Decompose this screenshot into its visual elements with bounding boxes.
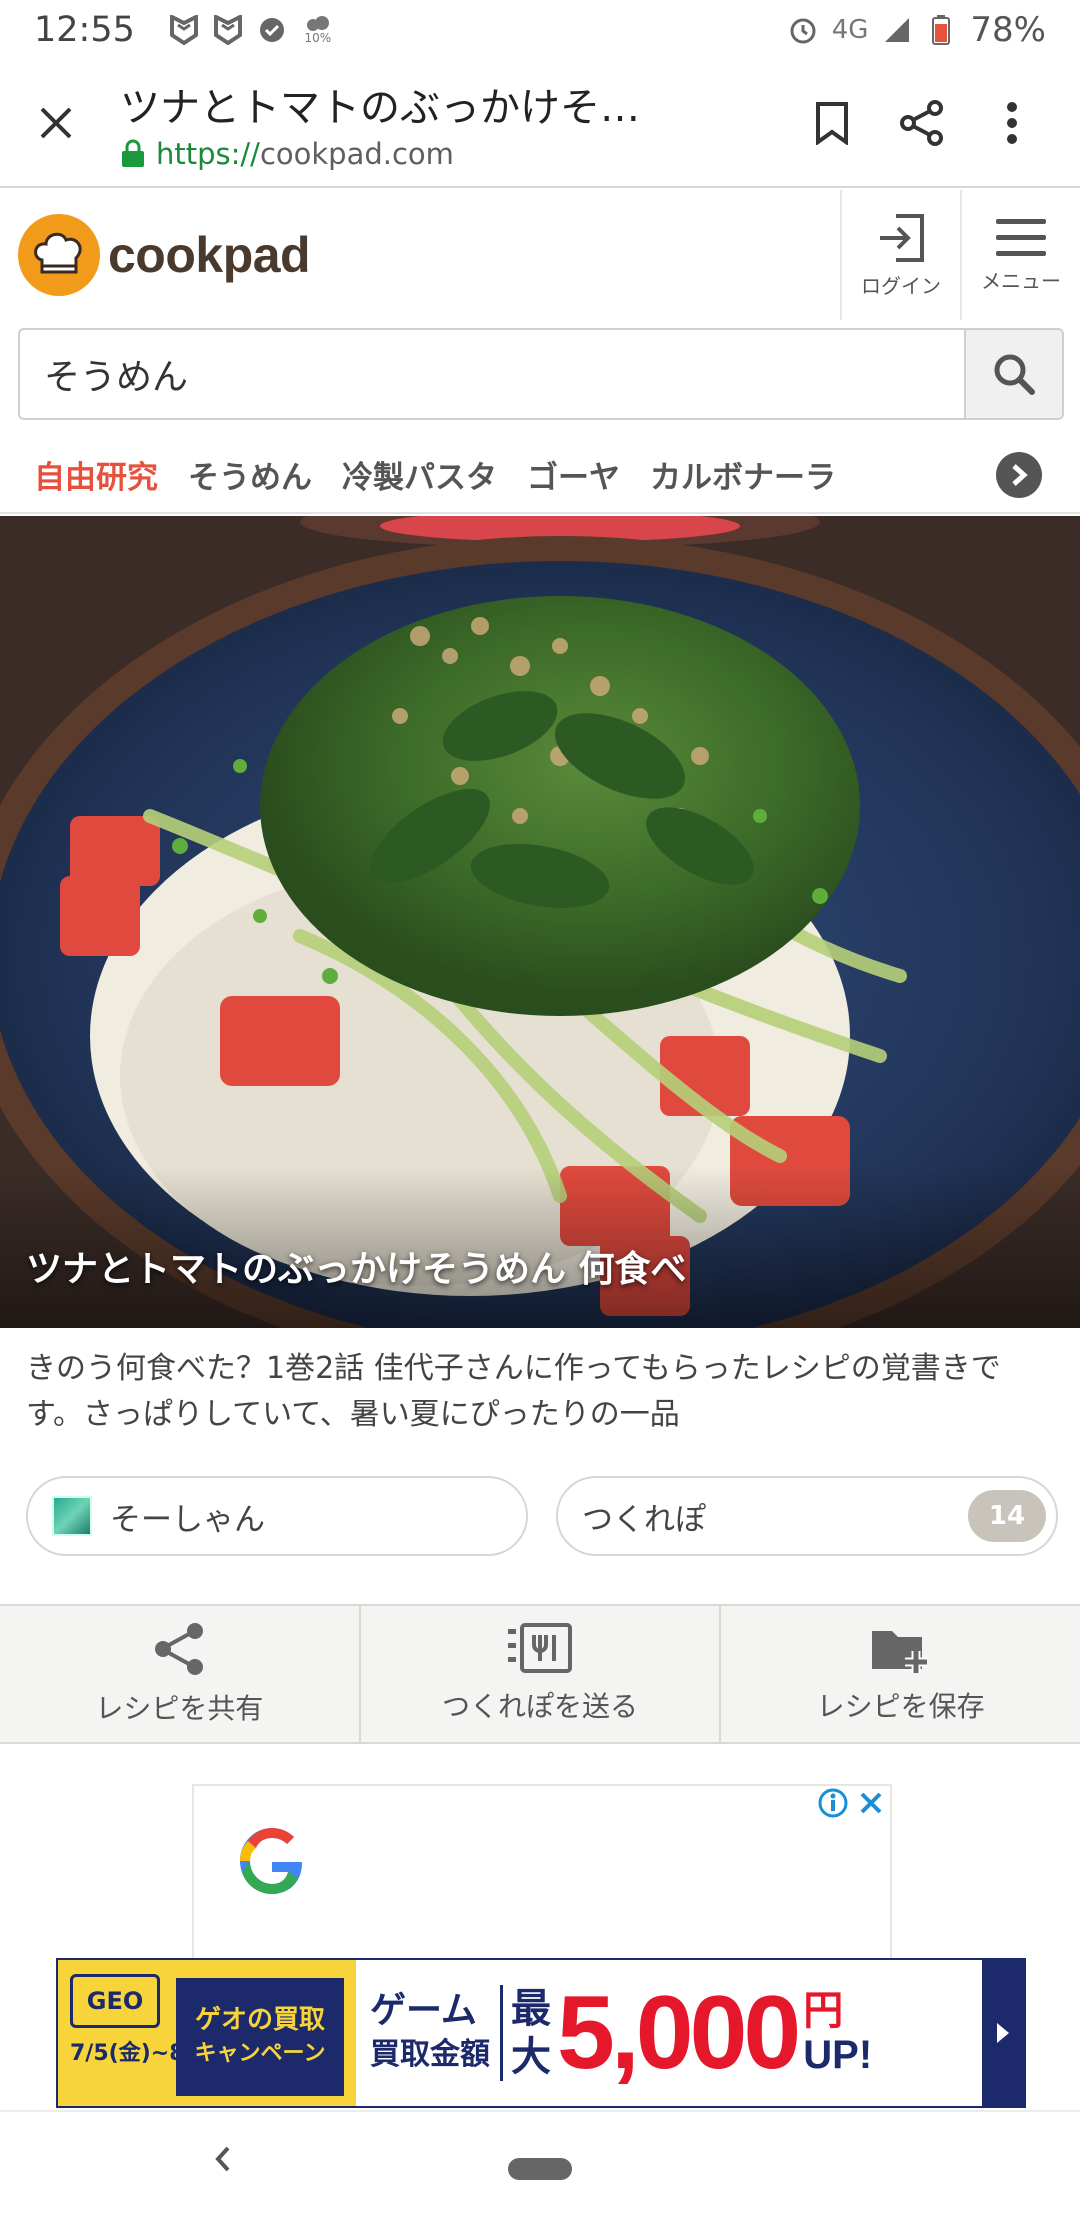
noodle-dish-image bbox=[0, 516, 1080, 1328]
ad-container[interactable] bbox=[192, 1784, 892, 1964]
banner-text-amount: 買取金額 bbox=[370, 2037, 490, 2072]
site-header: cookpad ログイン メニュー bbox=[0, 190, 1080, 320]
campaign-dates: 7/5(金)~8/18(日) bbox=[70, 2041, 266, 2066]
keyword-link[interactable]: ゴーヤ bbox=[527, 452, 620, 497]
geo-banner-ad[interactable]: GEO 7/5(金)~8/18(日) ゲオの買取 キャンペーン ゲーム 買取金額… bbox=[56, 1958, 1026, 2108]
status-bar: 12:55 10% 4G 78% bbox=[0, 0, 1080, 60]
alarm-icon bbox=[788, 15, 818, 45]
close-icon bbox=[40, 107, 72, 139]
ad-info-icon[interactable] bbox=[818, 1788, 848, 1818]
banner-text-sai: 最 bbox=[511, 1986, 551, 2032]
logo-text: cookpad bbox=[108, 227, 311, 283]
banner-up: UP! bbox=[803, 2033, 873, 2077]
check-circle-icon bbox=[257, 15, 287, 45]
search-icon bbox=[994, 354, 1035, 395]
tsukurepo-link[interactable]: つくれぽ 14 bbox=[556, 1476, 1058, 1556]
campaign-line-2: キャンペーン bbox=[194, 2041, 326, 2066]
url-host: cookpad.com bbox=[259, 137, 454, 171]
signal-icon bbox=[882, 15, 912, 45]
hamburger-icon bbox=[996, 218, 1046, 256]
trending-keywords: 自由研究 そうめん 冷製パスタ ゴーヤ カルボナーラ bbox=[0, 436, 1080, 514]
keyword-link[interactable]: 冷製パスタ bbox=[342, 452, 497, 497]
banner-text-dai: 大 bbox=[511, 2034, 551, 2080]
google-logo-icon bbox=[236, 1826, 306, 1900]
recipe-search-bar bbox=[18, 328, 1064, 420]
page-title: ツナとトマトのぶっかけそ… bbox=[120, 85, 640, 131]
banner-next-button[interactable] bbox=[982, 1960, 1024, 2106]
battery-percent: 78% bbox=[970, 10, 1046, 50]
banner-left-panel: GEO 7/5(金)~8/18(日) ゲオの買取 キャンペーン bbox=[58, 1960, 356, 2106]
keyword-link[interactable]: 自由研究 bbox=[34, 452, 158, 497]
url-scheme: https:// bbox=[156, 137, 260, 171]
share-recipe-label: レシピを共有 bbox=[95, 1692, 264, 1725]
banner-max-text: 最 大 bbox=[500, 1985, 551, 2081]
lock-icon bbox=[122, 139, 144, 167]
bookmark-icon bbox=[816, 102, 848, 145]
banner-text-game: ゲーム bbox=[370, 1990, 477, 2031]
close-tab-button[interactable] bbox=[0, 59, 112, 187]
author-link[interactable]: そーしゃん bbox=[26, 1476, 528, 1556]
notification-shield-icon-2 bbox=[213, 15, 243, 45]
search-button[interactable] bbox=[964, 330, 1062, 418]
ad-close-icon[interactable] bbox=[858, 1790, 884, 1816]
recipe-title: ツナとトマトのぶっかけそうめん 何食べ bbox=[26, 1249, 687, 1290]
send-tsukurepo-button[interactable]: つくれぽを送る bbox=[361, 1606, 722, 1742]
geo-logo: GEO bbox=[70, 1974, 160, 2028]
save-recipe-button[interactable]: レシピを保存 bbox=[721, 1606, 1080, 1742]
banner-suffix: 円 UP! bbox=[803, 1989, 872, 2077]
save-recipe-label: レシピを保存 bbox=[816, 1690, 985, 1723]
more-vertical-icon bbox=[1007, 102, 1017, 144]
menu-button[interactable]: メニュー bbox=[960, 190, 1080, 320]
author-name: そーしゃん bbox=[110, 1501, 265, 1538]
chevron-left-icon bbox=[215, 2146, 230, 2172]
share-icon bbox=[900, 100, 943, 146]
banner-game-text: ゲーム 買取金額 bbox=[370, 1989, 490, 2077]
status-time: 12:55 bbox=[34, 10, 135, 50]
banner-yen: 円 bbox=[803, 1989, 844, 2033]
recipe-description: きのう何食べた？1巻2話 佳代子さんに作ってもらったレシピの覚書きです。さっぱり… bbox=[26, 1351, 1001, 1432]
chef-hat-icon bbox=[18, 214, 100, 296]
overflow-menu-button[interactable] bbox=[984, 93, 1040, 153]
login-label: ログイン bbox=[861, 273, 941, 298]
avatar bbox=[52, 1496, 92, 1536]
weather-icon: 10% bbox=[301, 15, 335, 45]
banner-amount: 5,000 bbox=[557, 1974, 801, 2091]
search-input[interactable] bbox=[20, 330, 964, 418]
recipe-photo[interactable]: ツナとトマトのぶっかけそうめん 何食べ bbox=[0, 516, 1080, 1328]
banner-main: ゲーム 買取金額 最 大 5,000 円 UP! bbox=[356, 1960, 982, 2106]
chevron-right-icon bbox=[1012, 464, 1028, 486]
battery-icon bbox=[926, 15, 956, 45]
login-icon bbox=[880, 213, 924, 262]
folder-add-icon bbox=[871, 1631, 927, 1673]
cookpad-logo[interactable]: cookpad bbox=[18, 214, 311, 296]
keyword-link[interactable]: そうめん bbox=[188, 452, 312, 497]
share-button[interactable] bbox=[894, 93, 950, 153]
login-button[interactable]: ログイン bbox=[840, 190, 960, 320]
campaign-label: ゲオの買取 キャンペーン bbox=[176, 1978, 344, 2096]
recipe-action-bar: レシピを共有 つくれぽを送る レシピを保存 bbox=[0, 1604, 1080, 1744]
tsukurepo-icon bbox=[508, 1623, 572, 1673]
notification-shield-icon bbox=[169, 15, 199, 45]
network-type: 4G bbox=[831, 15, 869, 45]
weather-label: 10% bbox=[304, 31, 332, 45]
tsukurepo-label: つくれぽ bbox=[582, 1501, 706, 1538]
system-nav-bar bbox=[0, 2110, 1080, 2220]
play-arrow-icon bbox=[997, 2023, 1009, 2043]
nav-home-button[interactable] bbox=[508, 2158, 572, 2180]
keywords-next-button[interactable] bbox=[996, 452, 1042, 498]
bookmark-button[interactable] bbox=[804, 93, 860, 153]
url-bar[interactable]: https://cookpad.com bbox=[120, 137, 804, 171]
tsukurepo-count-badge: 14 bbox=[968, 1490, 1046, 1542]
share-recipe-button[interactable]: レシピを共有 bbox=[0, 1606, 361, 1742]
send-tsukurepo-label: つくれぽを送る bbox=[442, 1690, 639, 1723]
menu-label: メニュー bbox=[981, 268, 1061, 293]
campaign-line-1: ゲオの買取 bbox=[194, 2005, 325, 2035]
share-icon bbox=[155, 1623, 204, 1675]
browser-toolbar: ツナとトマトのぶっかけそ… https://cookpad.com bbox=[0, 60, 1080, 188]
keyword-link[interactable]: カルボナーラ bbox=[650, 452, 836, 497]
nav-back-button[interactable] bbox=[212, 2144, 234, 2178]
